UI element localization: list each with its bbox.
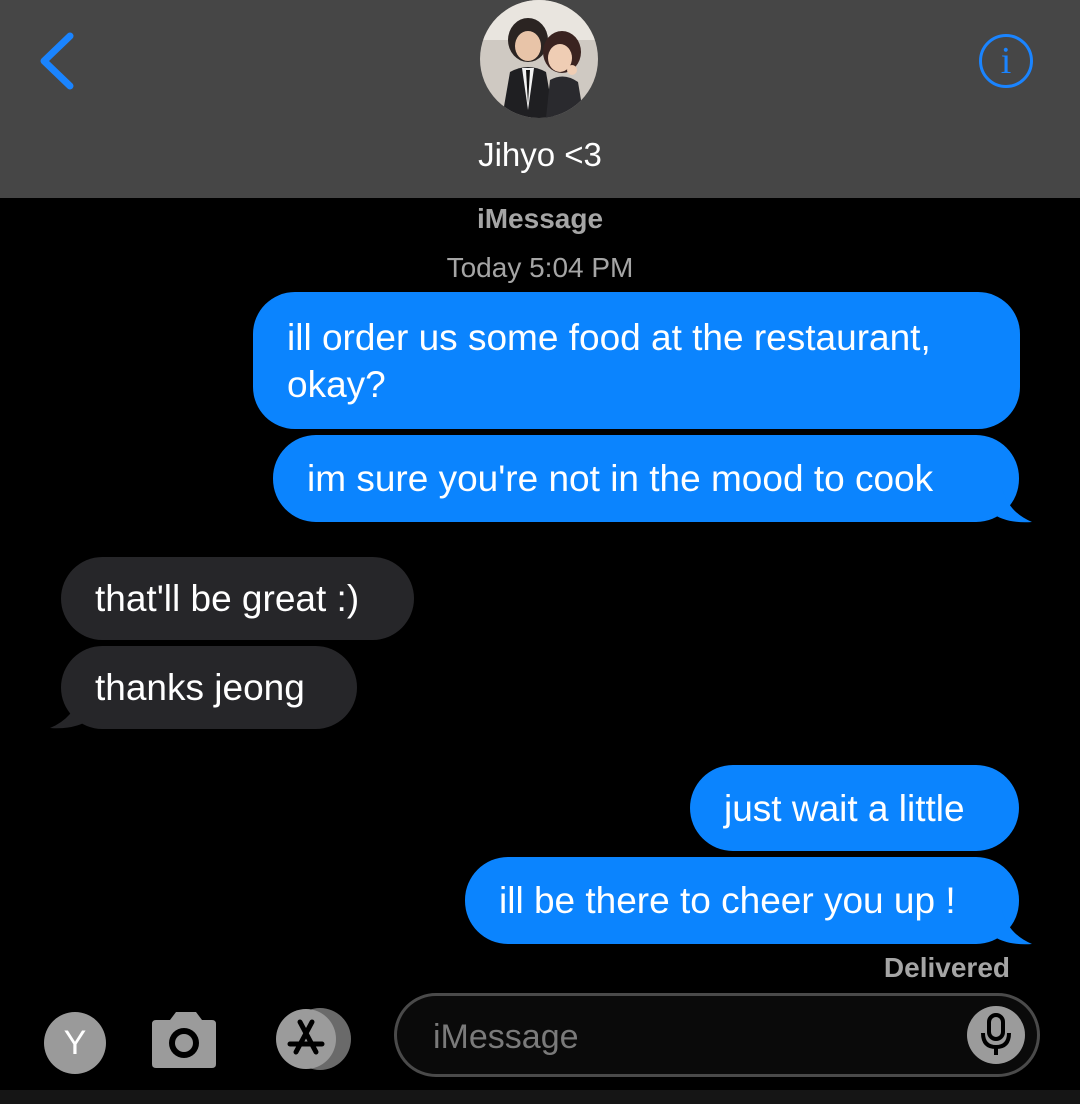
message-text: ill order us some food at the restaurant… (287, 316, 931, 358)
message-text: im sure you're not in the mood to cook (307, 458, 934, 499)
info-icon: i (1000, 40, 1012, 82)
sent-message-bubble[interactable]: ill order us some food at the restaurant… (253, 292, 1020, 429)
contact-name[interactable]: Jihyo <3 (0, 136, 1080, 174)
app-store-button[interactable] (270, 1008, 358, 1070)
delivery-status: Delivered (883, 952, 1010, 983)
bottom-bar (0, 1090, 1080, 1104)
message-text: just wait a little (724, 787, 965, 829)
avatar-photo (480, 0, 598, 118)
bubble-tail (990, 910, 1032, 945)
bubble-tail (990, 488, 1032, 523)
app-store-icon (276, 1008, 351, 1070)
sent-message-bubble[interactable]: ill be there to cheer you up ! (465, 857, 1019, 944)
sent-message-bubble[interactable]: im sure you're not in the mood to cook (273, 435, 1019, 522)
bubble-tail (50, 694, 92, 729)
back-button[interactable] (30, 28, 90, 94)
message-timestamp: Today 5:04 PM (446, 252, 634, 283)
conversation-header: i Jihyo <3 (0, 0, 1080, 198)
camera-icon (152, 1012, 216, 1068)
camera-button[interactable] (148, 1008, 220, 1070)
message-input-placeholder: iMessage (433, 1018, 579, 1056)
received-message-bubble[interactable]: that'll be great :) (61, 557, 414, 640)
info-button[interactable]: i (979, 34, 1033, 88)
message-text: thanks jeong (95, 667, 305, 708)
service-label: iMessage (476, 203, 604, 234)
microphone-button[interactable] (967, 1006, 1025, 1064)
message-input[interactable]: iMessage (394, 993, 1040, 1077)
microphone-icon (981, 1013, 1011, 1055)
sent-message-bubble[interactable]: just wait a little (690, 765, 1019, 851)
received-message-bubble[interactable]: thanks jeong (61, 646, 357, 729)
message-text: ill be there to cheer you up ! (499, 880, 956, 921)
chevron-left-icon (40, 32, 74, 90)
y-app-label: Y (63, 1023, 87, 1062)
message-text: that'll be great :) (95, 578, 360, 619)
y-app-button[interactable]: Y (44, 1012, 106, 1074)
contact-avatar[interactable] (480, 0, 598, 118)
message-text: okay? (287, 363, 386, 405)
